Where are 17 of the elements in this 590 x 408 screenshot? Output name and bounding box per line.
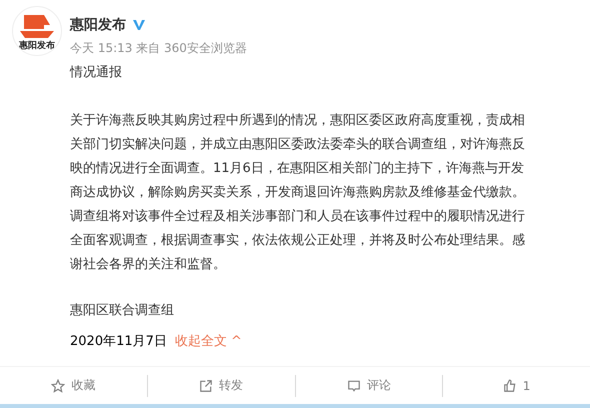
favorite-button[interactable]: 收藏	[0, 376, 147, 395]
post-body: 关于许海燕反映其购房过程中所遇到的情况，惠阳区委区政府高度重视，责成相关部门切实解决问题，并成立由惠阳区委政法委牵头的联合调查组，对许海燕反映的情况进行全面调查。11月6日，在惠阳区相关部门的主持下，许海燕与开发商达成协议，解除购房买卖关系，开发商退回许海燕购房款及维修基金代缴款。调查组将对该事件全过程及相关涉事部门和人员在该事件过程中的履职情况进行全面客观调查，根据调查事实，依法依规公正处理，并将及时公布处理结果。感谢社会各界的关注和监督。	[70, 112, 526, 274]
comment-icon	[346, 378, 361, 392]
collapse-link[interactable]: 收起全文 ^	[174, 331, 242, 353]
share-icon	[199, 378, 214, 392]
thumbs-up-icon	[502, 378, 517, 392]
star-icon	[51, 378, 66, 392]
post-signature: 惠阳区联合调查组	[70, 302, 175, 320]
post-title: 情况通报	[70, 64, 123, 82]
post-meta: 今天 15:13 来自 360安全浏览器	[70, 40, 247, 57]
like-button[interactable]: 1	[443, 378, 590, 394]
author-name[interactable]: 惠阳发布	[70, 16, 126, 34]
repost-button[interactable]: 转发	[148, 376, 294, 395]
post-date: 2020年11月7日	[70, 333, 167, 351]
avatar[interactable]: 惠阳发布	[12, 6, 62, 56]
avatar-label: 惠阳发布	[19, 39, 55, 52]
comment-button[interactable]: 评论	[296, 376, 442, 395]
